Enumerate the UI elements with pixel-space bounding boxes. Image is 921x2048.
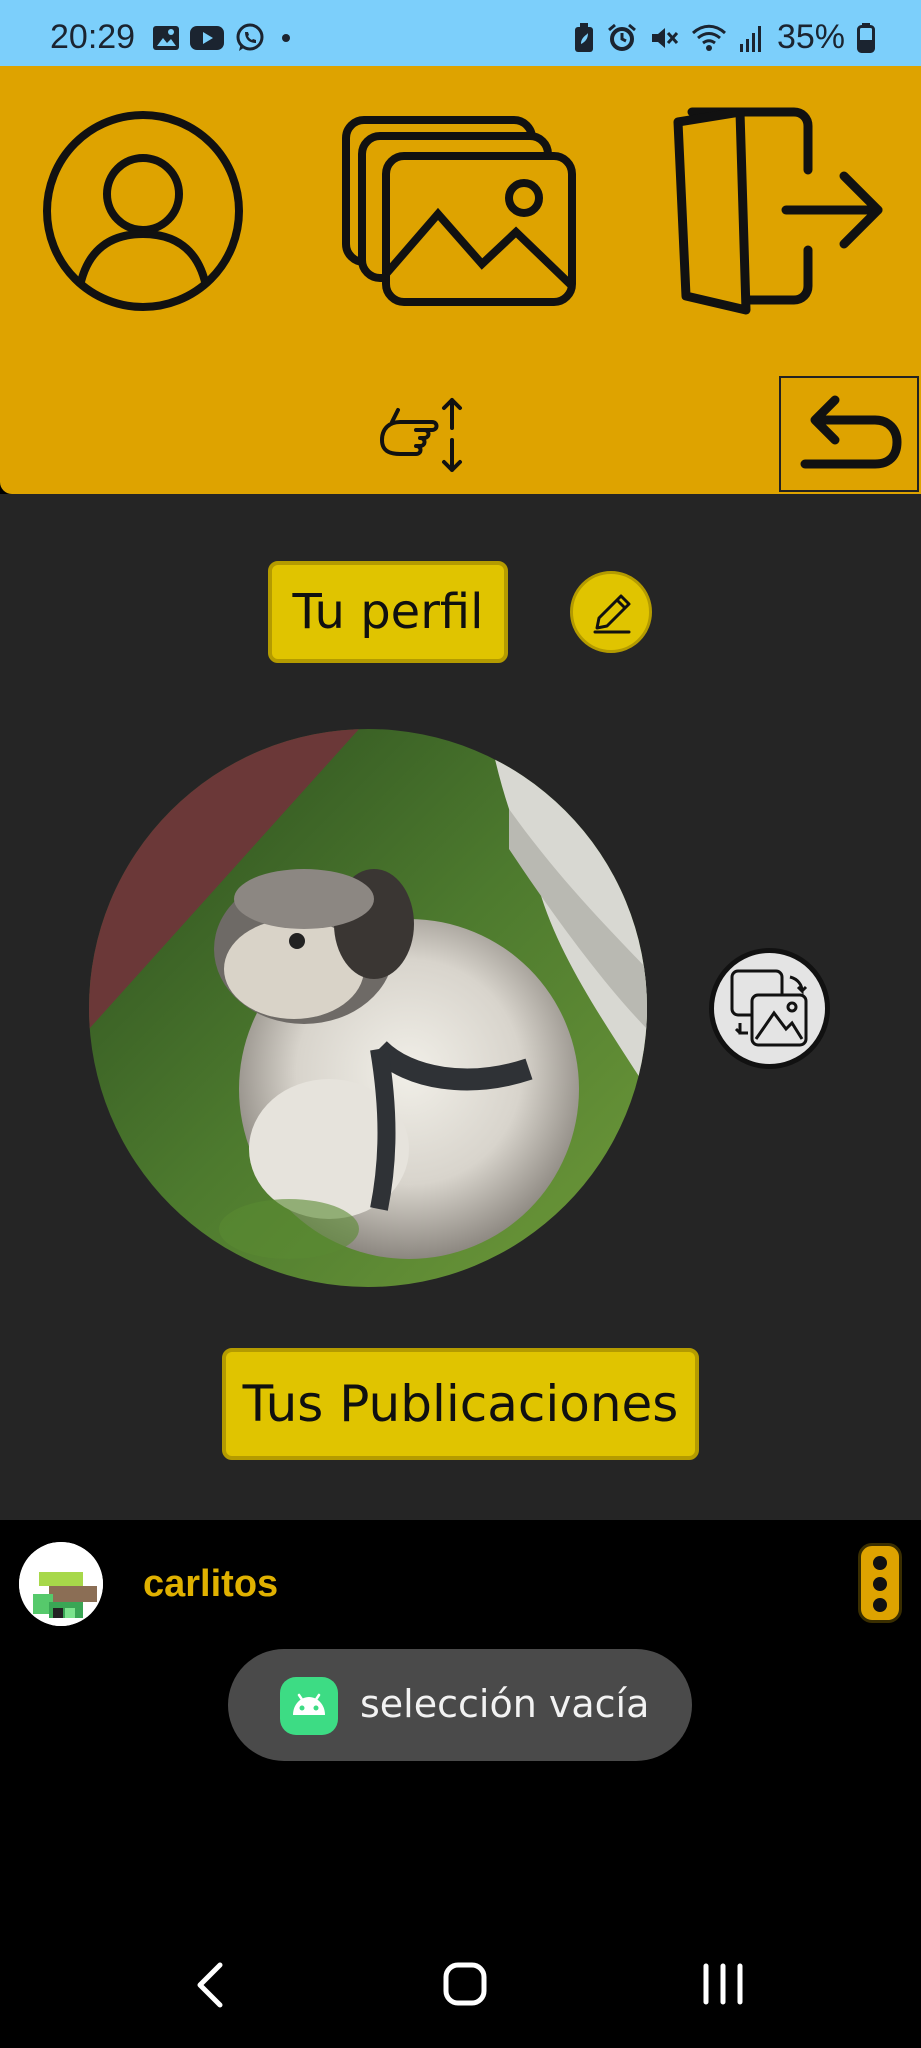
wifi-icon — [691, 24, 726, 51]
signal-icon — [739, 25, 761, 52]
status-right: 35% — [573, 18, 875, 57]
battery-saver-icon — [574, 22, 593, 52]
gallery-stack-icon[interactable] — [342, 114, 580, 310]
youtube-icon — [190, 26, 224, 50]
home-icon[interactable] — [443, 1962, 487, 2006]
profile-title: Tu perfil — [292, 584, 484, 640]
profile-icon[interactable] — [40, 108, 246, 314]
swap-image-icon — [730, 969, 808, 1047]
profile-title-button[interactable]: Tu perfil — [268, 561, 508, 663]
username[interactable]: carlitos — [143, 1563, 278, 1606]
back-icon[interactable] — [190, 1960, 230, 2010]
user-bar — [0, 1520, 921, 1650]
status-bar: 20:29 35% — [0, 0, 921, 66]
kebab-menu-icon — [873, 1556, 887, 1612]
more-options-button[interactable] — [858, 1543, 902, 1623]
pencil-icon — [593, 594, 631, 634]
publications-button[interactable]: Tus Publicaciones — [222, 1348, 699, 1460]
android-icon — [280, 1677, 338, 1735]
logout-icon[interactable] — [668, 106, 886, 320]
toast: selección vacía — [228, 1649, 692, 1761]
undo-icon — [800, 395, 902, 469]
undo-button[interactable] — [779, 376, 919, 492]
dot-icon — [282, 34, 290, 42]
publications-label: Tus Publicaciones — [242, 1375, 679, 1433]
top-navigation-bar — [0, 66, 921, 494]
swipe-hand-icon[interactable] — [376, 396, 466, 476]
battery-icon — [857, 22, 875, 53]
recents-icon[interactable] — [700, 1962, 746, 2006]
battery-percentage: 35% — [776, 18, 845, 56]
edit-profile-button[interactable] — [570, 571, 652, 653]
avatar[interactable] — [19, 1542, 103, 1626]
status-time: 20:29 — [50, 18, 136, 56]
toast-message: selección vacía — [360, 1682, 650, 1726]
whatsapp-icon — [236, 23, 264, 51]
gallery-icon — [153, 26, 179, 50]
profile-photo — [89, 729, 647, 1287]
mute-icon — [651, 27, 679, 48]
alarm-icon — [607, 23, 636, 51]
change-photo-button[interactable] — [709, 948, 830, 1069]
status-left-icons — [152, 22, 296, 54]
